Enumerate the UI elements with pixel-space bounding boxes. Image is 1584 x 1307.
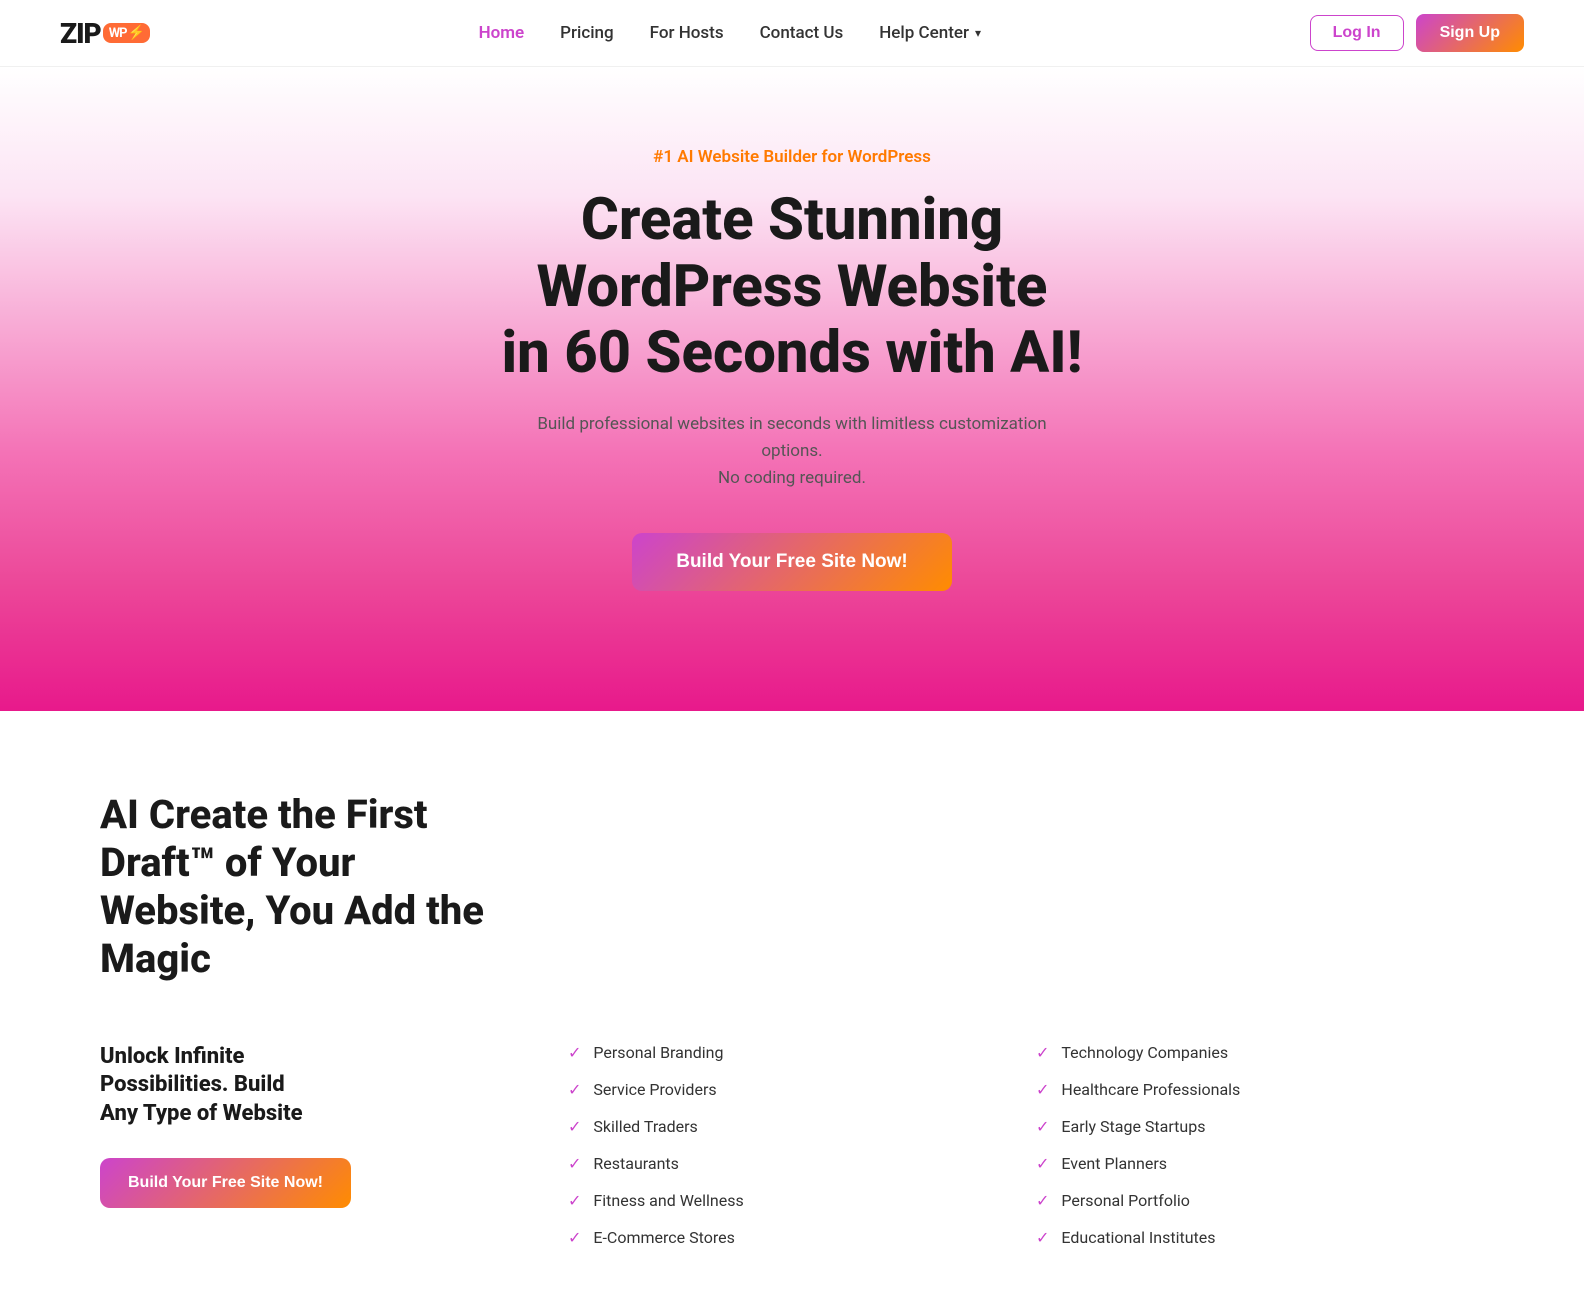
features-left-col: Unlock Infinite Possibilities. Build Any… [100, 1043, 548, 1209]
list-item: ✓ Event Planners [1036, 1154, 1484, 1173]
check-icon: ✓ [568, 1080, 581, 1099]
list-item: ✓ Service Providers [568, 1080, 1016, 1099]
check-icon: ✓ [568, 1117, 581, 1136]
nav-link-for-hosts[interactable]: For Hosts [650, 23, 724, 43]
check-icon: ✓ [1036, 1154, 1049, 1173]
nav-link-help-center[interactable]: Help Center ▾ [879, 23, 981, 43]
login-button[interactable]: Log In [1310, 15, 1404, 51]
list-item: ✓ Personal Portfolio [1036, 1191, 1484, 1210]
navbar: ZIP WP ⚡ Home Pricing For Hosts Contact … [0, 0, 1584, 67]
feature-label: Restaurants [593, 1154, 679, 1173]
check-icon: ✓ [568, 1043, 581, 1062]
nav-item-for-hosts[interactable]: For Hosts [650, 23, 724, 43]
list-item: ✓ Early Stage Startups [1036, 1117, 1484, 1136]
list-item: ✓ Educational Institutes [1036, 1228, 1484, 1247]
features-title-line1: AI Create the First Draft™ of Your [100, 791, 428, 886]
signup-button[interactable]: Sign Up [1416, 14, 1524, 52]
logo[interactable]: ZIP WP ⚡ [60, 17, 150, 50]
features-cta-button[interactable]: Build Your Free Site Now! [100, 1158, 351, 1208]
features-section: AI Create the First Draft™ of Your Websi… [0, 711, 1584, 1307]
check-icon: ✓ [568, 1154, 581, 1173]
nav-item-home[interactable]: Home [479, 23, 525, 43]
list-item: ✓ Personal Branding [568, 1043, 1016, 1062]
check-icon: ✓ [1036, 1228, 1049, 1247]
list-item: ✓ Healthcare Professionals [1036, 1080, 1484, 1099]
hero-subtitle: Build professional websites in seconds w… [532, 411, 1052, 493]
nav-item-pricing[interactable]: Pricing [560, 23, 614, 43]
feature-label: Fitness and Wellness [593, 1191, 743, 1210]
nav-link-pricing[interactable]: Pricing [560, 23, 614, 43]
features-grid: Unlock Infinite Possibilities. Build Any… [100, 1043, 1484, 1247]
list-item: ✓ E-Commerce Stores [568, 1228, 1016, 1247]
hero-title: Create Stunning WordPress Website in 60 … [432, 187, 1152, 387]
nav-link-contact-us[interactable]: Contact Us [760, 23, 844, 43]
logo-zip-text: ZIP [60, 17, 101, 50]
feature-label: Early Stage Startups [1061, 1117, 1205, 1136]
nav-item-help-center[interactable]: Help Center ▾ [879, 23, 981, 43]
hero-title-line1: Create Stunning WordPress Website [537, 186, 1048, 321]
nav-link-home[interactable]: Home [479, 23, 525, 43]
check-icon: ✓ [1036, 1191, 1049, 1210]
check-icon: ✓ [568, 1191, 581, 1210]
feature-label: Personal Branding [593, 1043, 723, 1062]
hero-title-line2: in 60 Seconds with AI! [501, 319, 1082, 387]
features-left-title: Unlock Infinite Possibilities. Build Any… [100, 1043, 548, 1129]
features-list-col2: ✓ Technology Companies ✓ Healthcare Prof… [1036, 1043, 1484, 1247]
features-list-col1: ✓ Personal Branding ✓ Service Providers … [568, 1043, 1016, 1247]
feature-label: Event Planners [1061, 1154, 1167, 1173]
logo-wp-text: WP [109, 26, 127, 41]
hero-cta-button[interactable]: Build Your Free Site Now! [632, 533, 952, 591]
features-title-line2: Website, You Add the Magic [100, 887, 484, 982]
features-title: AI Create the First Draft™ of Your Websi… [100, 791, 540, 983]
check-icon: ✓ [1036, 1117, 1049, 1136]
list-item: ✓ Skilled Traders [568, 1117, 1016, 1136]
feature-label: Personal Portfolio [1061, 1191, 1189, 1210]
hero-subtitle-line2: No coding required. [718, 468, 866, 488]
list-item: ✓ Restaurants [568, 1154, 1016, 1173]
check-icon: ✓ [1036, 1043, 1049, 1062]
list-item: ✓ Fitness and Wellness [568, 1191, 1016, 1210]
hero-subtitle-line1: Build professional websites in seconds w… [537, 414, 1046, 461]
check-icon: ✓ [1036, 1080, 1049, 1099]
feature-label: Service Providers [593, 1080, 716, 1099]
nav-links: Home Pricing For Hosts Contact Us Help C… [479, 23, 981, 43]
hero-section: #1 AI Website Builder for WordPress Crea… [0, 67, 1584, 711]
feature-label: E-Commerce Stores [593, 1228, 734, 1247]
logo-badge: WP ⚡ [103, 23, 150, 43]
feature-label: Educational Institutes [1061, 1228, 1215, 1247]
nav-item-contact-us[interactable]: Contact Us [760, 23, 844, 43]
logo-lightning-icon: ⚡ [128, 25, 144, 41]
hero-tagline: #1 AI Website Builder for WordPress [40, 147, 1544, 167]
list-item: ✓ Technology Companies [1036, 1043, 1484, 1062]
feature-label: Skilled Traders [593, 1117, 697, 1136]
feature-label: Technology Companies [1061, 1043, 1228, 1062]
nav-actions: Log In Sign Up [1310, 14, 1524, 52]
check-icon: ✓ [568, 1228, 581, 1247]
chevron-down-icon: ▾ [975, 26, 981, 40]
feature-label: Healthcare Professionals [1061, 1080, 1240, 1099]
